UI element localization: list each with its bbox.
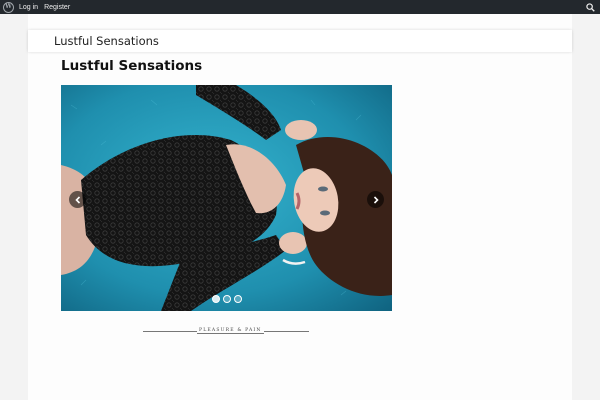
post-title: Lustful Sensations [61,58,203,74]
slide-image [61,85,392,311]
login-link[interactable]: Log in [19,4,38,11]
chevron-left-icon [74,195,80,204]
slider-dot[interactable] [234,295,242,303]
slider-next-button[interactable] [367,191,384,208]
site-title[interactable]: Lustful Sensations [54,34,159,48]
slider-dot[interactable] [212,295,220,303]
category-link[interactable]: PLEASURE & PAIN [197,328,264,334]
search-icon[interactable] [586,3,595,12]
image-slider[interactable] [61,85,392,311]
admin-bar: W Log in Register [0,0,600,14]
site-header: Lustful Sensations [28,30,572,52]
slider-prev-button[interactable] [69,191,86,208]
register-link[interactable]: Register [44,4,70,11]
wordpress-logo-icon[interactable]: W [3,1,14,13]
slider-pagination [212,295,242,303]
slider-dot[interactable] [223,295,231,303]
chevron-right-icon [373,195,379,204]
